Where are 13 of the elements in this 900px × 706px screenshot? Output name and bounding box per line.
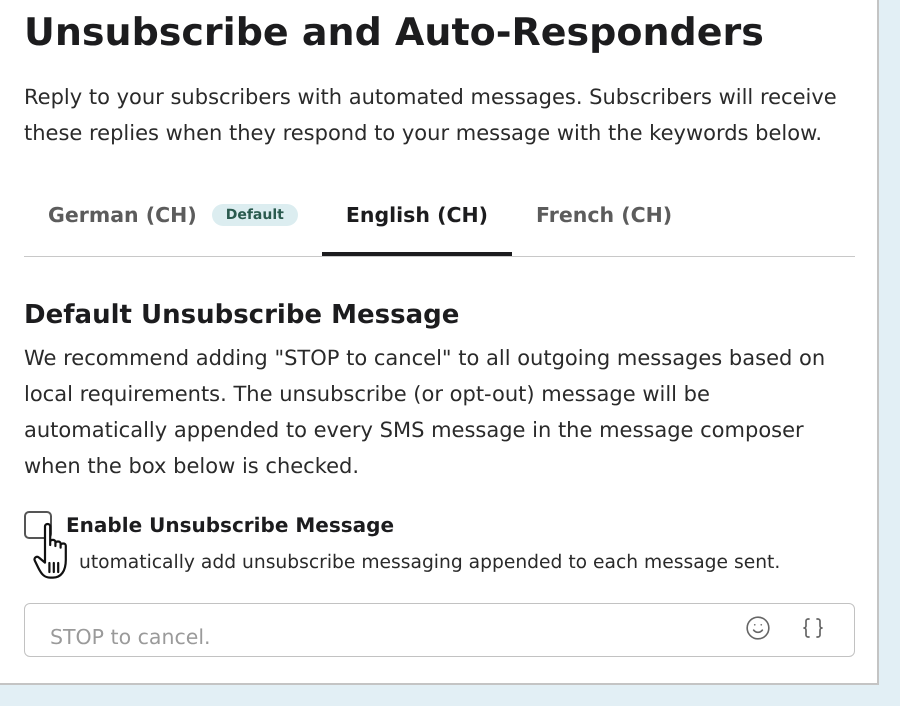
message-input-field[interactable]: STOP to cancel.	[24, 603, 855, 657]
braces-icon[interactable]	[801, 616, 825, 640]
language-tab[interactable]: German (CH) Default	[24, 183, 322, 256]
section-title: Default Unsubscribe Message	[24, 299, 460, 332]
section-description: We recommend adding "STOP to cancel" to all outgoing messages based on local requirements. The unsubscribe (or opt-out) message will be automatically appended to every SMS message in the message composer when the box below is checked.	[24, 345, 826, 480]
default-badge: Default	[212, 204, 298, 226]
checkbox-label: Enable Unsubscribe Message	[66, 512, 394, 539]
emoji-icon[interactable]	[745, 615, 771, 641]
page-title: Unsubscribe and Auto-Responders	[24, 9, 765, 56]
language-tab[interactable]: French (CH)	[512, 183, 696, 256]
page-description: Reply to your subscribers with automated messages. Subscribers will receive these replies when they respond to your message with the keywords below.	[24, 84, 838, 147]
language-tab[interactable]: English (CH)	[322, 183, 512, 256]
checkbox-hint: utomatically add unsubscribe messaging appended to each message sent.	[79, 551, 782, 575]
